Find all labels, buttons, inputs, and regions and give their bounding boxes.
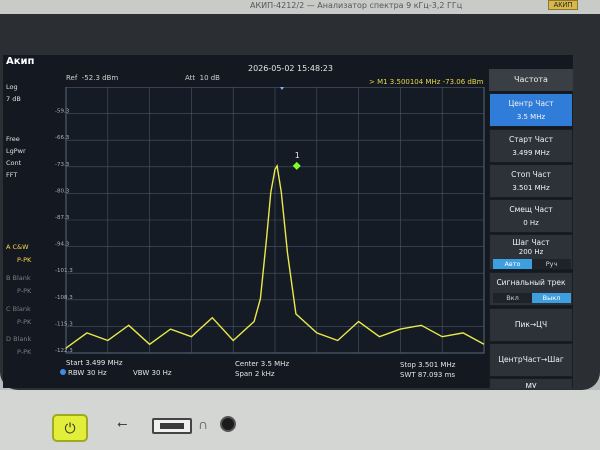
- scale-div: 7 dB: [6, 95, 21, 103]
- date-time: 2026-05-02 15:48:23: [248, 64, 333, 73]
- trace-a[interactable]: A C&W: [6, 243, 29, 251]
- sweep-time: SWT 87.093 ms: [400, 371, 456, 379]
- y-tick-label: -108.3: [55, 295, 73, 301]
- step-auto-option[interactable]: Авто: [493, 259, 532, 269]
- y-tick-label: -73.3: [55, 162, 70, 168]
- softkey-menu: Частота Центр Част 3.5 MHz Старт Част 3.…: [489, 69, 573, 388]
- step-manual-option[interactable]: Руч: [532, 259, 571, 269]
- vbw: VBW 30 Hz: [133, 369, 172, 377]
- usb-port[interactable]: [152, 418, 192, 434]
- rbw-indicator-icon: [60, 369, 66, 375]
- y-tick-label: -66.3: [55, 135, 70, 141]
- y-tick-label: -59.3: [55, 109, 70, 115]
- brand-badge: АКИП: [548, 0, 578, 10]
- y-tick-label: -101.3: [55, 268, 73, 274]
- device-bezel: Акип 2026-05-02 15:48:23 Ref -52.3 dBm A…: [0, 14, 600, 390]
- headphone-icon: ∩: [198, 416, 209, 432]
- center-freq-softkey[interactable]: Центр Част 3.5 MHz: [489, 93, 573, 127]
- rbw: RBW 30 Hz: [60, 369, 107, 377]
- y-tick-label: -115.3: [55, 321, 73, 327]
- menu-title: Частота: [489, 69, 573, 91]
- brand-logo: Акип: [6, 56, 35, 67]
- step-mode-toggle[interactable]: Авто Руч: [493, 259, 571, 269]
- y-tick-label: -122.3: [55, 348, 73, 354]
- trace-a-detector: P-PK: [17, 256, 32, 264]
- device-top-strip: АКИП-4212/2 — Анализатор спектра 9 кГц-3…: [0, 0, 600, 14]
- power-button[interactable]: ⏻: [52, 414, 88, 442]
- trace-b-detector: P-PK: [17, 287, 32, 295]
- attenuation: Att 10 dB: [185, 74, 220, 82]
- left-status-panel: Log 7 dB Free LgPwr Cont FFT A C&W P-PK …: [3, 80, 55, 360]
- track-off-option[interactable]: Выкл: [532, 293, 571, 303]
- offset-freq-softkey[interactable]: Смещ Част 0 Hz: [489, 199, 573, 233]
- stop-freq-softkey[interactable]: Стоп Част 3.501 MHz: [489, 164, 573, 198]
- trace-d[interactable]: D Blank: [6, 335, 31, 343]
- device-model-text: АКИП-4212/2 — Анализатор спектра 9 кГц-3…: [250, 1, 463, 10]
- trace-c-detector: P-PK: [17, 318, 32, 326]
- y-tick-label: -94.3: [55, 242, 70, 248]
- marker-1-label: 1: [295, 151, 300, 160]
- start-freq: Start 3.499 MHz: [66, 359, 123, 367]
- trigger-mode: Free: [6, 135, 20, 143]
- signal-track-softkey[interactable]: Сигнальный трек Вкл Выкл: [489, 272, 573, 306]
- power-icon: ⏻: [64, 420, 76, 436]
- signal-track-toggle[interactable]: Вкл Выкл: [493, 293, 571, 303]
- track-on-option[interactable]: Вкл: [493, 293, 532, 303]
- peak-to-cf-softkey[interactable]: Пик→ЦЧ: [489, 308, 573, 342]
- trace-b[interactable]: B Blank: [6, 274, 31, 282]
- sweep-type: FFT: [6, 171, 18, 179]
- scale-type: Log: [6, 83, 18, 91]
- span: Span 2 kHz: [235, 370, 275, 378]
- stop-freq: Stop 3.501 MHz: [400, 361, 456, 369]
- marker-readout: > M1 3.500104 MHz -73.06 dBm: [369, 78, 484, 86]
- avg-type: LgPwr: [6, 147, 26, 155]
- more-softkey[interactable]: МУ: [489, 378, 573, 388]
- analyzer-screen: Акип 2026-05-02 15:48:23 Ref -52.3 dBm A…: [3, 55, 573, 388]
- y-tick-label: -87.3: [55, 215, 70, 221]
- start-freq-softkey[interactable]: Старт Част 3.499 MHz: [489, 129, 573, 163]
- center-freq: Center 3.5 MHz: [235, 360, 290, 368]
- trace-c[interactable]: C Blank: [6, 305, 31, 313]
- headphone-jack[interactable]: [220, 416, 236, 432]
- spectrum-plot[interactable]: -59.3 -66.3 -73.3 -80.3 -87.3 -94.3 -101.3 -108…: [55, 87, 487, 359]
- cf-to-step-softkey[interactable]: ЦентрЧаст→Шаг: [489, 343, 573, 377]
- usb-icon: ⭠: [117, 416, 128, 431]
- trace-d-detector: P-PK: [17, 348, 32, 356]
- front-panel: ⏻ ⭠ ∩: [0, 390, 600, 450]
- y-tick-label: -80.3: [55, 188, 70, 194]
- sweep-mode: Cont: [6, 159, 22, 167]
- step-freq-softkey[interactable]: Шаг Част 200 Hz Авто Руч: [489, 234, 573, 270]
- ref-level: Ref -52.3 dBm: [66, 74, 119, 82]
